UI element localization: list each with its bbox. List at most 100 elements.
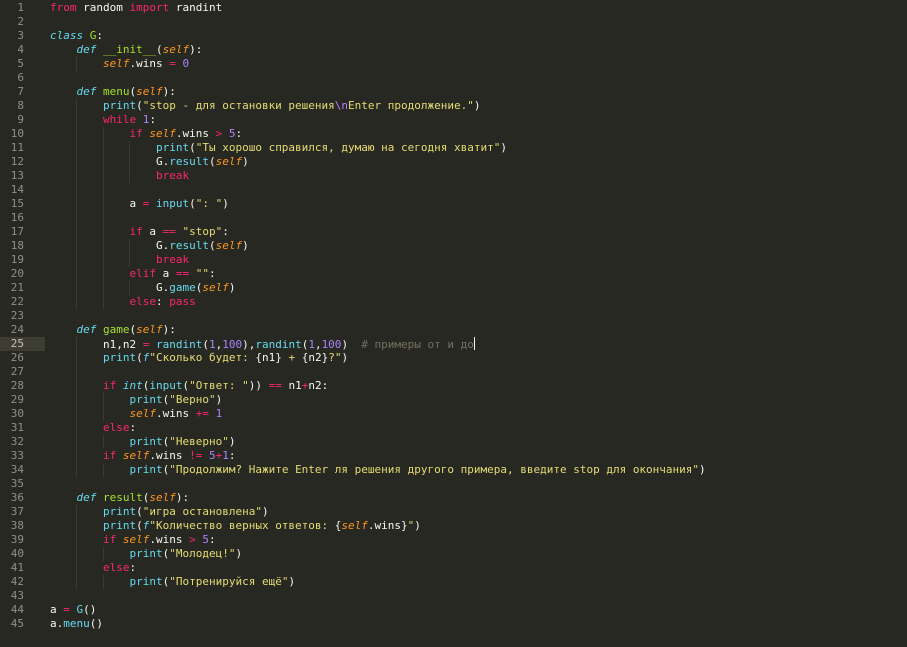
line-number-gutter: 17: [0, 225, 45, 239]
code-line[interactable]: 17 if a == "stop":: [0, 225, 907, 239]
plain-token: n1: [281, 379, 302, 392]
code-line[interactable]: 14: [0, 183, 907, 197]
code-text: print(f"Количество верных ответов: {self…: [50, 519, 421, 533]
code-line[interactable]: 26 print(f"Сколько будет: {n1} + {n2}?"): [0, 351, 907, 365]
number-token: 100: [222, 338, 243, 351]
code-line[interactable]: 28 if int(input("Ответ: ")) == n1+n2:: [0, 379, 907, 393]
plain-token: {n1}: [255, 351, 282, 364]
code-line[interactable]: 34 print("Продолжим? Нажите Enter ля реш…: [0, 463, 907, 477]
code-line[interactable]: 9 while 1:: [0, 113, 907, 127]
code-line[interactable]: 35: [0, 477, 907, 491]
code-line[interactable]: 2: [0, 15, 907, 29]
code-line[interactable]: 38 print(f"Количество верных ответов: {s…: [0, 519, 907, 533]
code-line[interactable]: 5 self.wins = 0: [0, 57, 907, 71]
plain-token: :: [129, 561, 137, 574]
code-line[interactable]: 16: [0, 211, 907, 225]
code-line[interactable]: 39 if self.wins > 5:: [0, 533, 907, 547]
code-text: def __init__(self):: [50, 43, 203, 57]
line-number-gutter: 10: [0, 127, 45, 141]
code-line[interactable]: 37 print("игра остановлена"): [0, 505, 907, 519]
code-line[interactable]: 43: [0, 589, 907, 603]
plain-token: a.: [50, 617, 64, 630]
plain-token: ): [222, 197, 229, 210]
code-line[interactable]: 23: [0, 309, 907, 323]
code-line[interactable]: 45 a.menu(): [0, 617, 907, 631]
code-line[interactable]: 22 else: pass: [0, 295, 907, 309]
line-number-gutter: 41: [0, 561, 45, 575]
code-line[interactable]: 13 break: [0, 169, 907, 183]
code-line[interactable]: 19 break: [0, 253, 907, 267]
plain-token: .wins: [149, 449, 190, 462]
code-line[interactable]: 36 def result(self):: [0, 491, 907, 505]
code-line[interactable]: 8 print("stop - для остановки решения\nE…: [0, 99, 907, 113]
code-line[interactable]: 31 else:: [0, 421, 907, 435]
string-token: "Продолжим? Нажите Enter ля решения друг…: [169, 463, 700, 476]
line-number-gutter: 8: [0, 99, 45, 113]
code-line[interactable]: 30 self.wins += 1: [0, 407, 907, 421]
code-line[interactable]: 18 G.result(self): [0, 239, 907, 253]
code-line[interactable]: 4 def __init__(self):: [0, 43, 907, 57]
code-line[interactable]: 32 print("Неверно"): [0, 435, 907, 449]
code-line[interactable]: 12 G.result(self): [0, 155, 907, 169]
plain-token: ): [235, 547, 243, 560]
plain-token: G.: [50, 155, 170, 168]
string-token: "Ответ: ": [189, 379, 249, 392]
plain-token: .wins: [155, 407, 196, 420]
line-number-gutter: 19: [0, 253, 45, 267]
storage-token: def: [76, 43, 97, 56]
code-line[interactable]: 44 a = G(): [0, 603, 907, 617]
code-line[interactable]: 24 def game(self):: [0, 323, 907, 337]
code-line[interactable]: 1 from random import randint: [0, 1, 907, 15]
line-number: 28: [10, 379, 24, 392]
code-line[interactable]: 25 n1,n2 = randint(1,100),randint(1,100)…: [0, 337, 907, 351]
code-line[interactable]: 7 def menu(self):: [0, 85, 907, 99]
code-line[interactable]: 15 a = input(": "): [0, 197, 907, 211]
code-line[interactable]: 21 G.game(self): [0, 281, 907, 295]
code-line[interactable]: 11 print("Ты хорошо справился, думаю на …: [0, 141, 907, 155]
code-line[interactable]: 41 else:: [0, 561, 907, 575]
code-text: if int(input("Ответ: ")) == n1+n2:: [50, 379, 328, 393]
code-editor[interactable]: 1 from random import randint 2 3 class G: 4 d…: [0, 0, 907, 631]
code-line[interactable]: 33 if self.wins != 5+1:: [0, 449, 907, 463]
function-token: print: [129, 575, 163, 588]
plain-token: ): [215, 393, 223, 406]
plain-token: .wins: [129, 57, 170, 70]
code-text: def game(self):: [50, 323, 176, 337]
entity-token: game: [103, 323, 130, 336]
self-token: self: [136, 85, 163, 98]
code-text: a = input(": "): [50, 197, 229, 211]
keyword-token: +=: [195, 407, 209, 420]
plain-token: .wins: [149, 533, 190, 546]
string-token: "игра остановлена": [142, 505, 262, 518]
code-line[interactable]: 40 print("Молодец!"): [0, 547, 907, 561]
line-number-gutter: 15: [0, 197, 45, 211]
line-number-gutter: 39: [0, 533, 45, 547]
string-token: "Потренируйся ещё": [169, 575, 289, 588]
plain-token: :: [235, 127, 243, 140]
line-number-gutter: 2: [0, 15, 45, 29]
line-number: 31: [10, 421, 24, 434]
code-text: self.wins += 1: [50, 407, 222, 421]
code-text: G.result(self): [50, 155, 249, 169]
code-line[interactable]: 27: [0, 365, 907, 379]
code-line[interactable]: 42 print("Потренируйся ещё"): [0, 575, 907, 589]
line-number-gutter: 22: [0, 295, 45, 309]
code-line[interactable]: 3 class G:: [0, 29, 907, 43]
code-line[interactable]: 6: [0, 71, 907, 85]
code-line[interactable]: 20 elif a == "":: [0, 267, 907, 281]
code-text: print("Потренируйся ещё"): [50, 575, 295, 589]
code-line[interactable]: 29 print("Верно"): [0, 393, 907, 407]
line-number-gutter: 24: [0, 323, 45, 337]
line-number-gutter: 12: [0, 155, 45, 169]
code-line[interactable]: 10 if self.wins > 5:: [0, 127, 907, 141]
